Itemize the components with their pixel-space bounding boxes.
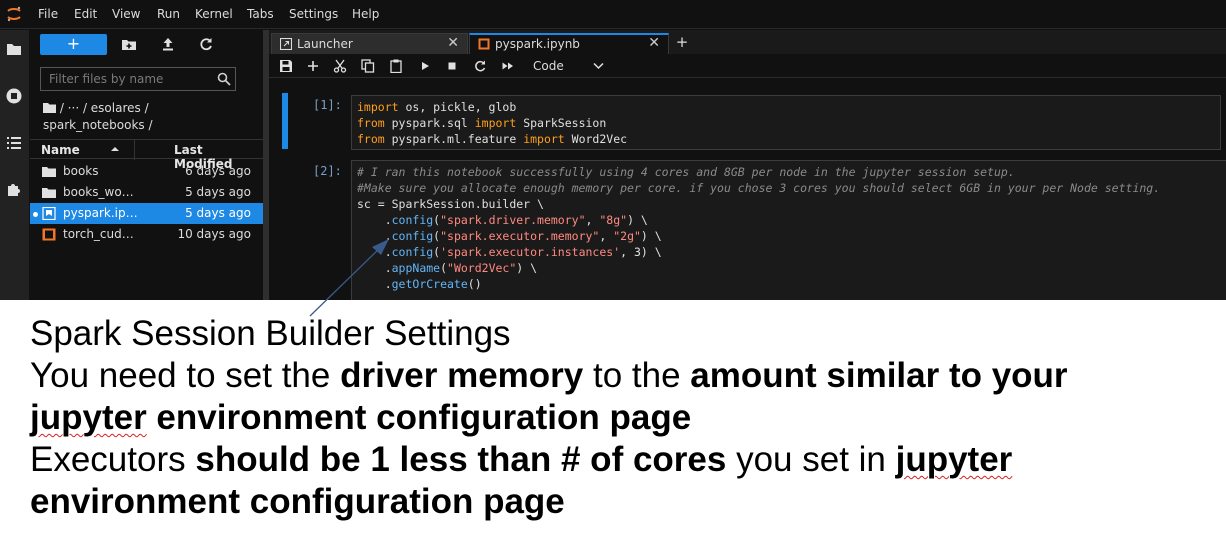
copy-icon[interactable] — [361, 59, 375, 73]
annotation-line: environment configuration page — [30, 482, 565, 521]
save-icon[interactable] — [279, 59, 293, 73]
file-list-item[interactable]: torch_cud… 10 days ago — [30, 224, 263, 245]
code-line: sc = SparkSession.builder \ — [357, 197, 544, 211]
column-name-header[interactable]: Name — [41, 143, 80, 157]
run-icon[interactable] — [418, 59, 432, 73]
code-line: from pyspark.ml.feature import Word2Vec — [357, 132, 628, 146]
cell-prompt: [1]: — [313, 98, 342, 112]
file-name: torch_cud… — [63, 227, 134, 241]
file-name: books_wo… — [63, 185, 134, 199]
code-line: .config('spark.executor.instances', 3) \ — [357, 245, 662, 259]
search-icon — [217, 72, 231, 86]
annotation-line: Executors should be 1 less than # of cor… — [30, 440, 1013, 479]
tab-pyspark-notebook[interactable]: pyspark.ipynb ✕ — [469, 33, 669, 54]
menu-kernel[interactable]: Kernel — [195, 7, 233, 21]
file-filter-field — [40, 67, 236, 91]
menu-file[interactable]: File — [38, 7, 58, 21]
tab-label: pyspark.ipynb — [495, 37, 580, 51]
code-editor[interactable]: # I ran this notebook successfully using… — [351, 160, 1226, 300]
file-modified: 5 days ago — [185, 185, 251, 199]
launcher-icon — [280, 38, 292, 50]
file-name: pyspark.ip… — [63, 206, 138, 220]
file-modified: 5 days ago — [185, 206, 251, 220]
code-line: import os, pickle, glob — [357, 100, 517, 114]
folder-icon — [42, 188, 56, 198]
running-icon[interactable] — [5, 87, 23, 105]
tab-bar: Launcher ✕ pyspark.ipynb ✕ + — [269, 30, 1226, 54]
insert-cell-icon[interactable] — [306, 59, 320, 73]
add-tab-button[interactable]: + — [672, 33, 692, 53]
code-line: .config("spark.driver.memory", "8g") \ — [357, 213, 648, 227]
annotation-line: You need to set the driver memory to the… — [30, 356, 1068, 395]
jupyterlab-screenshot: File Edit View Run Kernel Tabs Settings … — [0, 0, 1226, 300]
menu-edit[interactable]: Edit — [74, 7, 97, 21]
breadcrumb: / ··· / esolares / spark_notebooks / — [43, 100, 258, 134]
notebook-icon — [42, 228, 56, 241]
cell-type-value: Code — [533, 59, 564, 73]
cell-type-select[interactable]: Code — [531, 58, 611, 75]
cut-icon[interactable] — [333, 59, 347, 73]
breadcrumb-path-1[interactable]: / ··· / esolares / — [60, 101, 149, 115]
chevron-down-icon — [593, 62, 604, 70]
new-launcher-button[interactable]: + — [40, 34, 107, 55]
notebook-cells: [1]: import os, pickle, glob from pyspar… — [269, 79, 1226, 300]
tab-label: Launcher — [297, 37, 353, 51]
running-kernel-dot — [33, 212, 38, 217]
breadcrumb-path-2[interactable]: spark_notebooks / — [43, 117, 258, 134]
activity-bar — [0, 30, 29, 300]
cell-prompt: [2]: — [313, 164, 342, 178]
menu-help[interactable]: Help — [352, 7, 379, 21]
code-line: from pyspark.sql import SparkSession — [357, 116, 607, 130]
file-list-item-selected[interactable]: pyspark.ip… 5 days ago — [30, 203, 263, 224]
new-folder-icon[interactable] — [121, 36, 137, 52]
paste-icon[interactable] — [389, 59, 403, 73]
column-divider — [134, 140, 135, 160]
stop-icon[interactable] — [445, 59, 459, 73]
folder-icon[interactable] — [5, 40, 23, 58]
active-cell-indicator — [282, 93, 288, 149]
main-dock-area: Launcher ✕ pyspark.ipynb ✕ + Code [1]: i… — [269, 30, 1226, 300]
menu-view[interactable]: View — [112, 7, 140, 21]
file-modified: 6 days ago — [185, 164, 251, 178]
file-browser: + / ··· / esolares / — [30, 30, 263, 300]
notebook-icon — [42, 207, 56, 220]
annotation-title: Spark Session Builder Settings — [30, 314, 511, 353]
tab-launcher[interactable]: Launcher ✕ — [271, 33, 468, 54]
restart-icon[interactable] — [473, 59, 487, 73]
file-name: books — [63, 164, 99, 178]
folder-icon — [42, 167, 56, 177]
menu-tabs[interactable]: Tabs — [247, 7, 274, 21]
file-filter-input[interactable] — [41, 68, 211, 90]
close-icon[interactable]: ✕ — [447, 35, 459, 51]
code-comment: #Make sure you allocate enough memory pe… — [357, 181, 1161, 195]
menu-run[interactable]: Run — [157, 7, 180, 21]
code-line: .config("spark.executor.memory", "2g") \ — [357, 229, 662, 243]
annotation-line: jupyter environment configuration page — [30, 398, 692, 437]
notebook-icon — [478, 38, 490, 50]
menu-bar: File Edit View Run Kernel Tabs Settings … — [0, 0, 1226, 29]
menu-settings[interactable]: Settings — [289, 7, 338, 21]
extension-icon[interactable] — [5, 180, 23, 198]
home-folder-icon[interactable] — [43, 103, 56, 113]
code-line: .getOrCreate() — [357, 277, 482, 291]
file-list-item[interactable]: books_wo… 5 days ago — [30, 182, 263, 203]
close-icon[interactable]: ✕ — [648, 35, 660, 51]
file-list-header: Name Last Modified — [30, 139, 263, 171]
code-editor[interactable]: import os, pickle, glob from pyspark.sql… — [351, 95, 1221, 150]
file-list-item[interactable]: books 6 days ago — [30, 161, 263, 182]
code-line: .appName("Word2Vec") \ — [357, 261, 538, 275]
file-modified: 10 days ago — [177, 227, 251, 241]
upload-icon[interactable] — [160, 36, 176, 52]
commands-icon[interactable] — [5, 134, 23, 152]
sort-ascending-icon[interactable] — [110, 144, 120, 154]
notebook-toolbar: Code — [269, 54, 1226, 78]
code-comment: # I ran this notebook successfully using… — [357, 165, 1015, 179]
jupyter-logo-icon — [7, 6, 21, 22]
run-all-icon[interactable] — [501, 59, 515, 73]
refresh-icon[interactable] — [198, 36, 214, 52]
annotation-text: Spark Session Builder Settings You need … — [30, 313, 1210, 523]
